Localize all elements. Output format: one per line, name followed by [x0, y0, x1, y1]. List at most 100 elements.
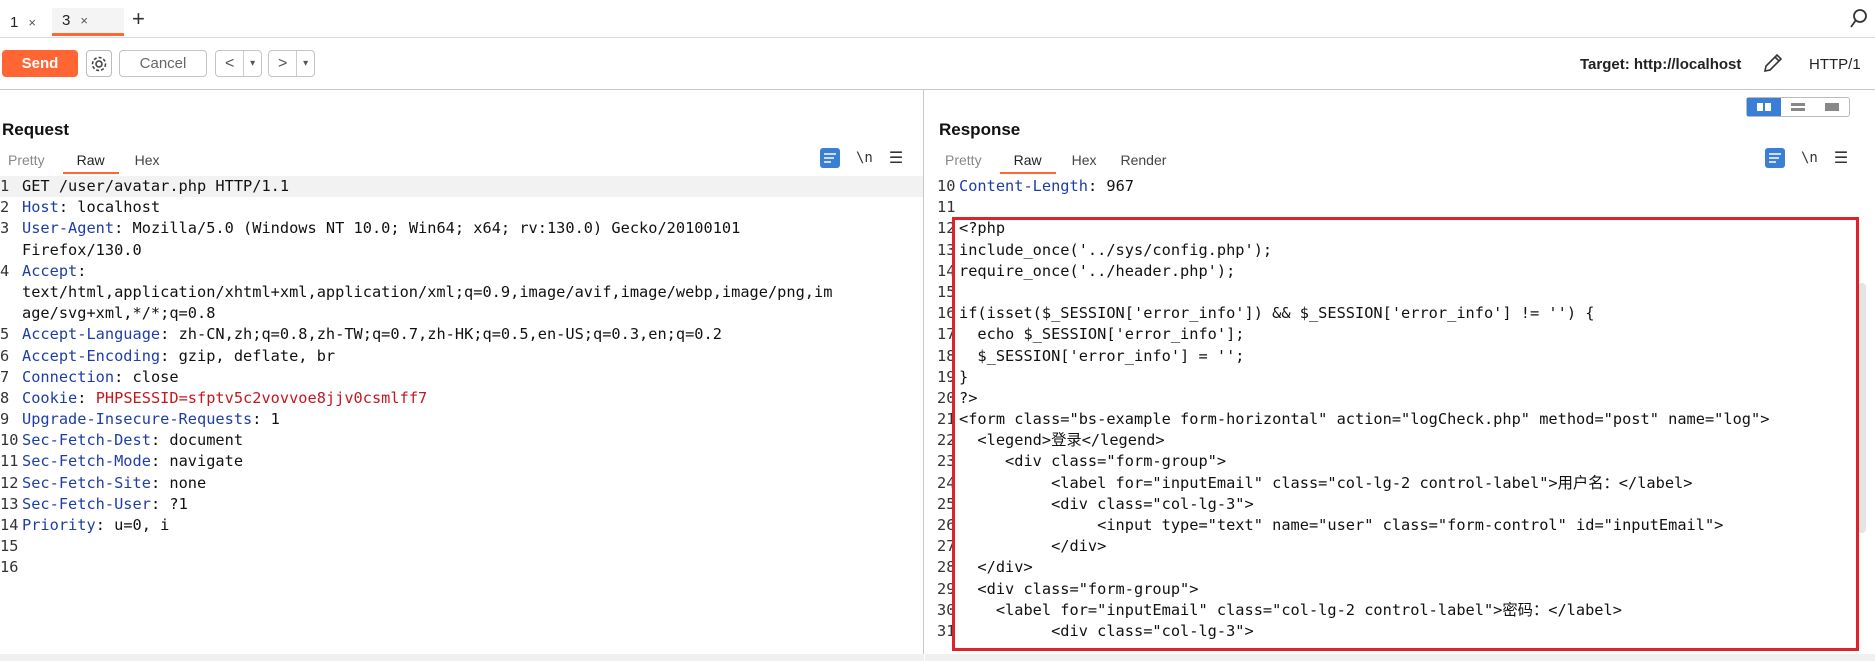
line-number: 1	[0, 177, 10, 195]
tab-label: 3	[62, 12, 71, 29]
line-number: 21	[937, 410, 956, 429]
tab-hex[interactable]: Hex	[1072, 148, 1097, 174]
code-line: 14 require_once('../header.php');	[937, 261, 1875, 282]
response-search-bar	[925, 654, 1875, 661]
tab-3[interactable]: 3 ×	[52, 8, 124, 36]
menu-icon[interactable]: ☰	[889, 148, 903, 168]
code-line: 13 include_once('../sys/config.php');	[937, 240, 1875, 261]
tab-1[interactable]: 1 ×	[0, 8, 46, 36]
response-editor[interactable]: 10 Content-Length: 967 11 12 <?php 13 include_…	[937, 176, 1875, 653]
header-name: Accept-Encoding	[22, 346, 161, 365]
line-text: <legend>登录</legend>	[959, 431, 1165, 450]
line-number: 5	[0, 325, 10, 344]
header-value: : document	[150, 431, 244, 450]
line-text: include_once('../sys/config.php');	[959, 240, 1273, 259]
header-name: Accept	[22, 261, 78, 280]
tabbed-layout-icon[interactable]	[1815, 98, 1849, 116]
code-line: 10 Content-Length: 967	[937, 176, 1875, 197]
request-pane: Request Pretty Raw Hex \n ☰ 1 GET /user/a…	[0, 90, 924, 661]
line-text: </div>	[959, 558, 1033, 577]
cancel-button[interactable]: Cancel	[119, 50, 207, 77]
line-text: age/svg+xml,*/*;q=0.8	[22, 304, 216, 323]
wrap-lines-icon[interactable]	[1765, 148, 1785, 168]
line-text: Cookie: PHPSESSID=sfptv5c2vovvoe8jjv0csm…	[20, 388, 427, 409]
line-text	[957, 282, 959, 303]
header-value: : Mozilla/5.0 (Windows NT 10.0; Win64; x…	[114, 219, 741, 238]
tab-bar: 1 × 3 × +	[0, 0, 1875, 38]
line-number: 7	[0, 367, 10, 386]
code-line: 7 Connection: close	[0, 367, 923, 388]
chevron-down-icon[interactable]: ▾	[296, 51, 314, 76]
code-line: 6 Accept-Encoding: gzip, deflate, br	[0, 346, 923, 367]
tab-pretty[interactable]: Pretty	[945, 148, 982, 174]
pencil-icon[interactable]	[1761, 51, 1785, 75]
line-text: Accept-Language: zh-CN,zh;q=0.8,zh-TW;q=…	[20, 324, 722, 345]
code-line: Firefox/130.0	[0, 240, 923, 261]
wrap-lines-icon[interactable]	[820, 148, 840, 168]
request-editor-tools: \n ☰	[820, 148, 903, 168]
code-line: 26 <input type="text" name="user" class=…	[937, 515, 1875, 536]
request-title: Request	[2, 120, 70, 139]
code-line: 25 <div class="col-lg-3">	[937, 494, 1875, 515]
line-text: <form class="bs-example form-horizontal"…	[959, 410, 1770, 429]
layout-toggle	[1746, 97, 1850, 117]
search-icon[interactable]	[1849, 8, 1869, 30]
line-text: $_SESSION['error_info'] = '';	[959, 346, 1245, 365]
code-line: 2 Host: localhost	[0, 197, 923, 218]
header-name: Upgrade-Insecure-Requests	[22, 410, 253, 429]
line-number: 24	[937, 473, 956, 492]
code-line: 3 User-Agent: Mozilla/5.0 (Windows NT 10.…	[0, 218, 923, 239]
header-name: Sec-Fetch-User	[22, 494, 151, 513]
line-text: Accept:	[20, 261, 86, 282]
newline-toggle[interactable]: \n	[1801, 150, 1818, 166]
newline-toggle[interactable]: \n	[856, 150, 873, 166]
http-version-selector[interactable]: HTTP/1	[1809, 56, 1861, 73]
line-number: 29	[937, 579, 956, 598]
line-text: User-Agent: Mozilla/5.0 (Windows NT 10.0…	[20, 218, 740, 239]
send-button[interactable]: Send	[2, 50, 78, 77]
forward-button[interactable]: > ▾	[268, 50, 315, 77]
chevron-down-icon[interactable]: ▾	[243, 51, 261, 76]
settings-button[interactable]	[86, 50, 112, 77]
line-number: 13	[937, 240, 956, 259]
response-title: Response	[939, 120, 1021, 139]
tab-render[interactable]: Render	[1121, 148, 1167, 174]
target-label: Target: http://localhost	[1580, 56, 1742, 73]
line-text: <div class="form-group">	[959, 452, 1227, 471]
code-line: 15	[0, 536, 923, 557]
line-number: 10	[937, 177, 956, 195]
menu-icon[interactable]: ☰	[1834, 148, 1848, 168]
line-number: 20	[937, 388, 956, 407]
code-line: 12 <?php	[937, 218, 1875, 239]
code-line: 31 <div class="col-lg-3">	[937, 621, 1875, 642]
header-value: : navigate	[150, 452, 244, 471]
line-text: </div>	[959, 537, 1107, 556]
split-vertical-icon[interactable]	[1747, 98, 1781, 116]
tab-hex[interactable]: Hex	[135, 148, 160, 174]
line-text: require_once('../header.php');	[959, 261, 1236, 280]
response-pane: Response Pretty Raw Hex Render \n ☰ 10 Co…	[925, 90, 1875, 661]
header-name: Cookie	[22, 388, 78, 407]
toolbar: Send Cancel < ▾ > ▾ Target: http://local…	[0, 38, 1875, 90]
line-number: 16	[0, 558, 19, 577]
tab-pretty[interactable]: Pretty	[8, 148, 45, 174]
close-icon[interactable]: ×	[80, 13, 88, 28]
add-tab-button[interactable]: +	[132, 6, 145, 32]
cookie-value: =sfptv5c2vovvoe8jjv0csmlff7	[178, 388, 428, 407]
line-text: Accept-Encoding: gzip, deflate, br	[20, 346, 335, 367]
back-button[interactable]: < ▾	[215, 50, 262, 77]
request-editor[interactable]: 1 GET /user/avatar.php HTTP/1.1 2 Host: loc…	[0, 176, 923, 653]
line-text: Content-Length: 967	[957, 176, 1134, 197]
line-number: 6	[0, 346, 10, 365]
line-number	[0, 282, 20, 303]
request-view-tabs: Pretty Raw Hex	[0, 148, 168, 174]
close-icon[interactable]: ×	[28, 15, 36, 30]
line-text: Upgrade-Insecure-Requests: 1	[20, 409, 280, 430]
tab-raw[interactable]: Raw	[999, 148, 1056, 174]
tab-raw[interactable]: Raw	[62, 148, 119, 174]
line-text: Host: localhost	[20, 197, 160, 218]
line-number: 27	[937, 537, 956, 556]
response-scrollbar[interactable]	[1858, 283, 1866, 533]
code-line: 22 <legend>登录</legend>	[937, 430, 1875, 451]
split-horizontal-icon[interactable]	[1781, 98, 1815, 116]
